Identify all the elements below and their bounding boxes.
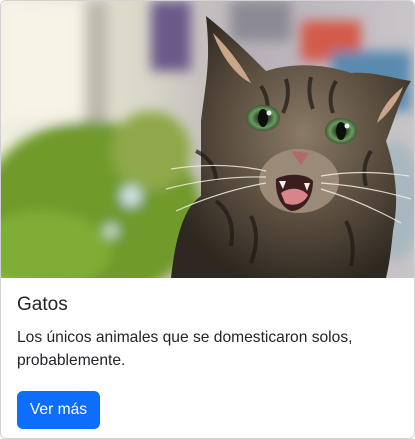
cat-photo	[1, 1, 414, 278]
card-title: Gatos	[17, 294, 68, 315]
card-body: Gatos Los únicos animales que se domesti…	[17, 293, 397, 372]
see-more-button[interactable]: Ver más	[17, 391, 100, 429]
card-text: Los únicos animales que se domesticaron …	[17, 329, 353, 369]
cat-card: Gatos Los únicos animales que se domesti…	[0, 0, 415, 439]
